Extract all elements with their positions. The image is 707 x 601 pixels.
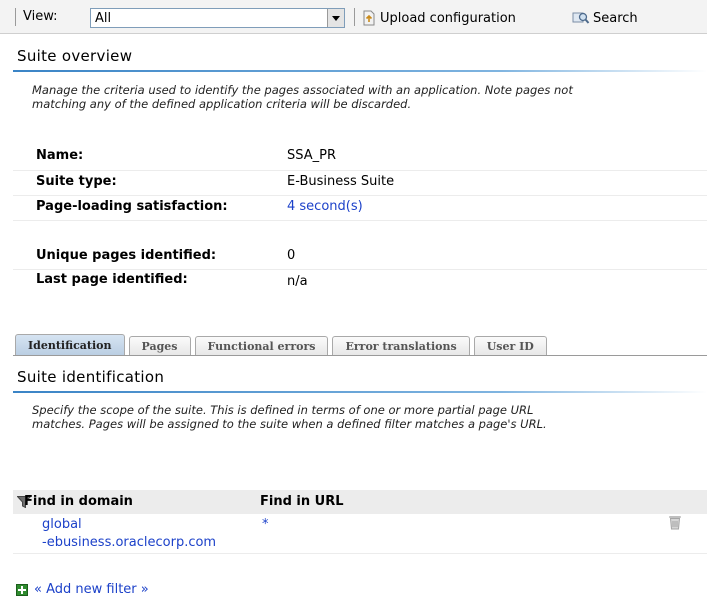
- chevron-down-icon[interactable]: [327, 9, 344, 27]
- page-loading-satisfaction-label: Page-loading satisfaction:: [36, 199, 228, 214]
- tab-error-translations[interactable]: Error translations: [332, 336, 470, 356]
- tab-identification[interactable]: Identification: [15, 334, 125, 356]
- search-icon: [572, 11, 590, 25]
- domain-link[interactable]: global -ebusiness.oraclecorp.com: [42, 516, 216, 552]
- name-value: SSA_PR: [287, 148, 337, 163]
- view-select[interactable]: All: [90, 8, 345, 28]
- last-page-label: Last page identified:: [36, 272, 188, 287]
- tab-user-id[interactable]: User ID: [473, 336, 547, 356]
- tab-functional-errors[interactable]: Functional errors: [194, 336, 329, 356]
- search-button[interactable]: Search: [572, 8, 638, 28]
- section-rule: [13, 70, 707, 72]
- tab-pages[interactable]: Pages: [128, 336, 191, 356]
- tab-bar: Identification Pages Functional errors E…: [15, 334, 551, 356]
- add-icon: [16, 583, 28, 596]
- suite-identification-title: Suite identification: [17, 368, 165, 386]
- add-new-filter-button[interactable]: « Add new filter »: [16, 582, 149, 597]
- column-header-domain: Find in domain: [24, 494, 133, 509]
- domain-line1: global: [42, 517, 82, 532]
- search-label: Search: [593, 10, 638, 26]
- domain-line2: -ebusiness.oraclecorp.com: [42, 535, 217, 550]
- upload-configuration-label: Upload configuration: [380, 10, 516, 26]
- name-label: Name:: [36, 148, 84, 163]
- url-pattern[interactable]: *: [262, 516, 269, 534]
- row-divider: [13, 195, 707, 196]
- unique-pages-value: 0: [287, 248, 296, 263]
- suite-type-value: E-Business Suite: [287, 174, 395, 189]
- tab-bar-underline: [13, 355, 707, 356]
- toolbar-separator: [15, 8, 16, 26]
- identification-description-line1: Specify the scope of the suite. This is …: [32, 403, 534, 417]
- page-loading-satisfaction-link[interactable]: 4 second(s): [287, 199, 363, 214]
- view-label: View:: [23, 9, 58, 24]
- column-header-url: Find in URL: [260, 494, 344, 509]
- row-divider: [13, 220, 707, 221]
- row-divider: [13, 553, 707, 554]
- upload-icon: [363, 10, 375, 26]
- unique-pages-label: Unique pages identified:: [36, 248, 217, 263]
- last-page-value: n/a: [287, 274, 308, 289]
- filter-table-header: Find in domain Find in URL: [13, 490, 707, 514]
- overview-description-line2: matching any of the defined application …: [32, 97, 412, 111]
- section-rule: [13, 391, 707, 393]
- row-divider: [13, 269, 707, 270]
- toolbar-separator: [354, 8, 355, 26]
- toolbar: View: All Upload configuration Search: [0, 0, 707, 34]
- suite-overview-title: Suite overview: [17, 47, 133, 65]
- overview-description-line1: Manage the criteria used to identify the…: [32, 83, 573, 97]
- trash-icon[interactable]: [668, 514, 682, 530]
- row-divider: [13, 170, 707, 171]
- upload-configuration-button[interactable]: Upload configuration: [363, 8, 516, 28]
- view-select-value: All: [95, 11, 112, 26]
- suite-type-label: Suite type:: [36, 174, 117, 189]
- identification-description-line2: matches. Pages will be assigned to the s…: [32, 417, 547, 431]
- add-new-filter-label: « Add new filter »: [34, 582, 149, 597]
